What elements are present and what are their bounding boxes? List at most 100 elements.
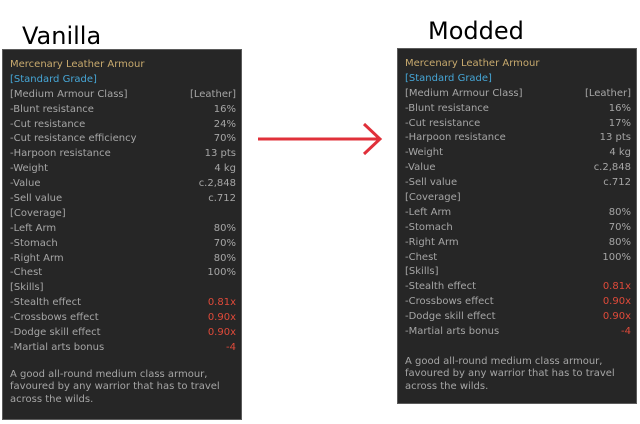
stat-row: -Right Arm 80% <box>405 236 631 251</box>
stat-row: -Dodge skill effect 0.90x <box>405 310 631 325</box>
stat-row: -Crossbows effect 0.90x <box>10 311 236 326</box>
stat-label: -Stealth effect <box>10 297 81 309</box>
vanilla-tooltip-panel: Mercenary Leather Armour [Standard Grade… <box>2 49 242 420</box>
stat-value: 80% <box>213 222 236 234</box>
stat-row: -Cut resistance 17% <box>405 117 631 132</box>
stat-value: 0.90x <box>207 312 236 324</box>
stat-label: -Cut resistance efficiency <box>10 133 137 145</box>
stat-row: [Medium Armour Class] [Leather] <box>10 88 236 103</box>
stat-value: 17% <box>608 117 631 129</box>
stat-row: -Harpoon resistance 13 pts <box>10 147 236 162</box>
stat-value: c.2,848 <box>593 162 631 174</box>
stat-label: -Crossbows effect <box>405 296 494 308</box>
stat-label: -Dodge skill effect <box>10 327 101 339</box>
stat-row: -Martial arts bonus -4 <box>405 325 631 340</box>
stat-row: -Harpoon resistance 13 pts <box>405 131 631 146</box>
stats-list: [Medium Armour Class] [Leather] -Blunt res… <box>405 87 631 340</box>
stat-row: -Blunt resistance 16% <box>10 103 236 118</box>
stat-label: -Sell value <box>405 177 458 189</box>
stat-row: -Cut resistance 24% <box>10 118 236 133</box>
stat-value: 16% <box>608 102 631 114</box>
stat-label: [Coverage] <box>10 207 66 219</box>
stat-row: [Medium Armour Class] [Leather] <box>405 87 631 102</box>
stat-value: 0.90x <box>207 327 236 339</box>
stat-row: -Stealth effect 0.81x <box>10 296 236 311</box>
stat-row: -Cut resistance efficiency 70% <box>10 132 236 147</box>
stat-row: [Coverage] <box>10 207 236 222</box>
stat-label: -Dodge skill effect <box>405 311 496 323</box>
stat-row: -Value c.2,848 <box>405 161 631 176</box>
stat-value: 13 pts <box>599 132 631 144</box>
stat-row: -Crossbows effect 0.90x <box>405 295 631 310</box>
stat-row: -Chest 100% <box>405 251 631 266</box>
modded-tooltip-panel: Mercenary Leather Armour [Standard Grade… <box>397 48 637 404</box>
stat-row: [Skills] <box>10 281 236 296</box>
stat-value: 80% <box>213 252 236 264</box>
stat-label: -Cut resistance <box>10 118 86 130</box>
stat-value: -4 <box>621 326 631 338</box>
stat-row: -Weight 4 kg <box>405 146 631 161</box>
stat-value: 100% <box>602 251 631 263</box>
stat-label: -Harpoon resistance <box>405 132 506 144</box>
stat-label: -Cut resistance <box>405 117 481 129</box>
stat-value: 70% <box>213 133 236 145</box>
stat-label: [Skills] <box>405 266 439 278</box>
stat-label: -Left Arm <box>405 206 452 218</box>
stat-label: [Medium Armour Class] <box>405 87 523 99</box>
stat-value: -4 <box>226 341 236 353</box>
modded-caption: Modded <box>428 17 524 45</box>
stat-label: -Weight <box>10 163 49 175</box>
stat-label: -Martial arts bonus <box>10 341 105 353</box>
stat-label: -Stomach <box>10 237 58 249</box>
stat-label: -Value <box>10 178 41 190</box>
stat-row: -Stomach 70% <box>10 237 236 252</box>
stat-value: 24% <box>213 118 236 130</box>
stat-row: -Stealth effect 0.81x <box>405 280 631 295</box>
stat-row: -Weight 4 kg <box>10 162 236 177</box>
stat-value: 0.81x <box>602 281 631 293</box>
stat-value: 16% <box>213 103 236 115</box>
stat-value: c.2,848 <box>198 178 236 190</box>
stat-row: -Sell value c.712 <box>10 192 236 207</box>
stat-label: -Right Arm <box>10 252 64 264</box>
stat-label: -Sell value <box>10 193 63 205</box>
stat-label: -Martial arts bonus <box>405 326 500 338</box>
stat-value: 70% <box>213 237 236 249</box>
stat-row: [Coverage] <box>405 191 631 206</box>
arrow-right-icon <box>258 122 383 156</box>
item-grade: [Standard Grade] <box>405 72 492 84</box>
stat-value: 0.90x <box>602 296 631 308</box>
stat-value: 70% <box>608 221 631 233</box>
stat-row: [Skills] <box>405 265 631 280</box>
stat-row: -Sell value c.712 <box>405 176 631 191</box>
item-description: A good all-round medium class armour, fa… <box>405 355 615 392</box>
stat-value: 80% <box>608 236 631 248</box>
stat-label: -Left Arm <box>10 222 57 234</box>
stat-value: 80% <box>608 206 631 218</box>
stat-value: 4 kg <box>214 163 236 175</box>
stat-value: 0.81x <box>207 297 236 309</box>
stat-row: -Left Arm 80% <box>10 222 236 237</box>
stats-list: [Medium Armour Class] [Leather] -Blunt res… <box>10 88 236 356</box>
stat-label: -Blunt resistance <box>405 102 489 114</box>
stat-label: [Skills] <box>10 282 44 294</box>
stat-value: c.712 <box>208 193 236 205</box>
stat-label: -Harpoon resistance <box>10 148 111 160</box>
stat-label: [Coverage] <box>405 192 461 204</box>
stat-label: -Chest <box>10 267 43 279</box>
stat-value: [Leather] <box>584 87 631 99</box>
item-title: Mercenary Leather Armour <box>10 59 145 70</box>
stat-value: [Leather] <box>189 88 236 100</box>
stat-row: -Stomach 70% <box>405 221 631 236</box>
item-description: A good all-round medium class armour, fa… <box>10 368 220 405</box>
stat-row: -Martial arts bonus -4 <box>10 341 236 356</box>
stat-value: 13 pts <box>204 148 236 160</box>
stat-row: -Left Arm 80% <box>405 206 631 221</box>
stat-row: -Right Arm 80% <box>10 252 236 267</box>
stat-label: -Chest <box>405 251 438 263</box>
stat-row: -Dodge skill effect 0.90x <box>10 326 236 341</box>
stat-row: -Value c.2,848 <box>10 177 236 192</box>
item-title: Mercenary Leather Armour <box>405 58 540 69</box>
stat-label: -Right Arm <box>405 236 459 248</box>
stat-label: -Stomach <box>405 221 453 233</box>
